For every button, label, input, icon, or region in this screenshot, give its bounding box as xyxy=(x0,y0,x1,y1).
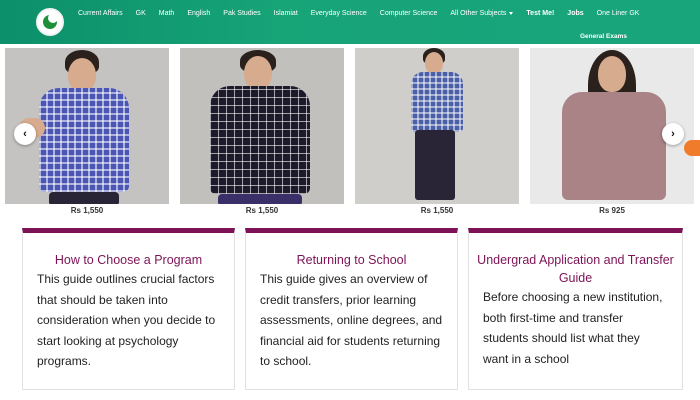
model-legs xyxy=(49,192,119,204)
nav-item-jobs[interactable]: Jobs xyxy=(567,10,583,17)
guide-card-choose-program[interactable]: How to Choose a Program This guide outli… xyxy=(22,228,235,390)
nav-item-gk[interactable]: GK xyxy=(136,10,146,17)
blue-check-shirt-image xyxy=(411,72,463,132)
guide-card-undergrad-transfer[interactable]: Undergrad Application and Transfer Guide… xyxy=(468,228,683,390)
model-legs xyxy=(218,194,302,204)
product-price: Rs 1,550 xyxy=(420,206,454,215)
product-carousel: ‹ › Rs 1,550 Rs 1,550 Rs 1,550 Rs 925 xyxy=(0,44,700,220)
product-card[interactable] xyxy=(180,48,344,204)
nav-menu: Current Affairs GK Math English Pak Stud… xyxy=(78,10,652,17)
guide-body: Before choosing a new institution, both … xyxy=(483,290,663,366)
chevron-left-icon: ‹ xyxy=(23,128,27,140)
nav-item-computer-science[interactable]: Computer Science xyxy=(380,10,438,17)
page: Current Affairs GK Math English Pak Stud… xyxy=(0,0,700,400)
nav-item-everyday-science[interactable]: Everyday Science xyxy=(311,10,367,17)
caret-down-icon xyxy=(509,11,514,15)
product-price: Rs 925 xyxy=(599,206,625,215)
crescent-icon xyxy=(48,13,58,23)
model-face xyxy=(425,52,443,74)
product-price: Rs 1,550 xyxy=(70,206,104,215)
nav-item-math[interactable]: Math xyxy=(159,10,175,17)
nav-item-all-other-subjects-label: All Other Subjects xyxy=(450,10,507,17)
floating-badge[interactable] xyxy=(684,140,700,156)
nav-item-one-liner-gk[interactable]: One Liner GK xyxy=(597,10,640,17)
guide-body: This guide outlines crucial factors that… xyxy=(37,272,216,368)
nav-item-general-exams[interactable]: General Exams xyxy=(580,33,627,40)
site-logo[interactable] xyxy=(36,8,64,36)
blue-check-shirt-image xyxy=(39,88,129,192)
product-price: Rs 1,550 xyxy=(245,206,279,215)
model-face xyxy=(244,56,272,90)
nav-item-all-other-subjects[interactable]: All Other Subjects xyxy=(450,10,514,17)
top-nav: Current Affairs GK Math English Pak Stud… xyxy=(0,0,700,44)
guide-title[interactable]: Returning to School xyxy=(246,251,457,269)
guide-title[interactable]: Undergrad Application and Transfer Guide xyxy=(469,251,682,287)
carousel-next-button[interactable]: › xyxy=(662,123,684,145)
nav-item-test-me[interactable]: Test Me! xyxy=(526,10,554,17)
product-card[interactable] xyxy=(355,48,519,204)
model-face xyxy=(68,58,96,92)
nav-item-islamiat[interactable]: Islamiat xyxy=(274,10,298,17)
mauve-shirt-image xyxy=(562,92,666,200)
model-legs xyxy=(415,130,455,200)
chevron-right-icon: › xyxy=(671,128,675,140)
carousel-prev-button[interactable]: ‹ xyxy=(14,123,36,145)
nav-item-current-affairs[interactable]: Current Affairs xyxy=(78,10,123,17)
model-face xyxy=(598,56,626,92)
nav-item-english[interactable]: English xyxy=(187,10,210,17)
guide-card-returning-to-school[interactable]: Returning to School This guide gives an … xyxy=(245,228,458,390)
guide-body: This guide gives an overview of credit t… xyxy=(260,272,443,368)
guide-title[interactable]: How to Choose a Program xyxy=(23,251,234,269)
nav-item-pak-studies[interactable]: Pak Studies xyxy=(223,10,260,17)
dark-check-shirt-image xyxy=(210,86,310,194)
